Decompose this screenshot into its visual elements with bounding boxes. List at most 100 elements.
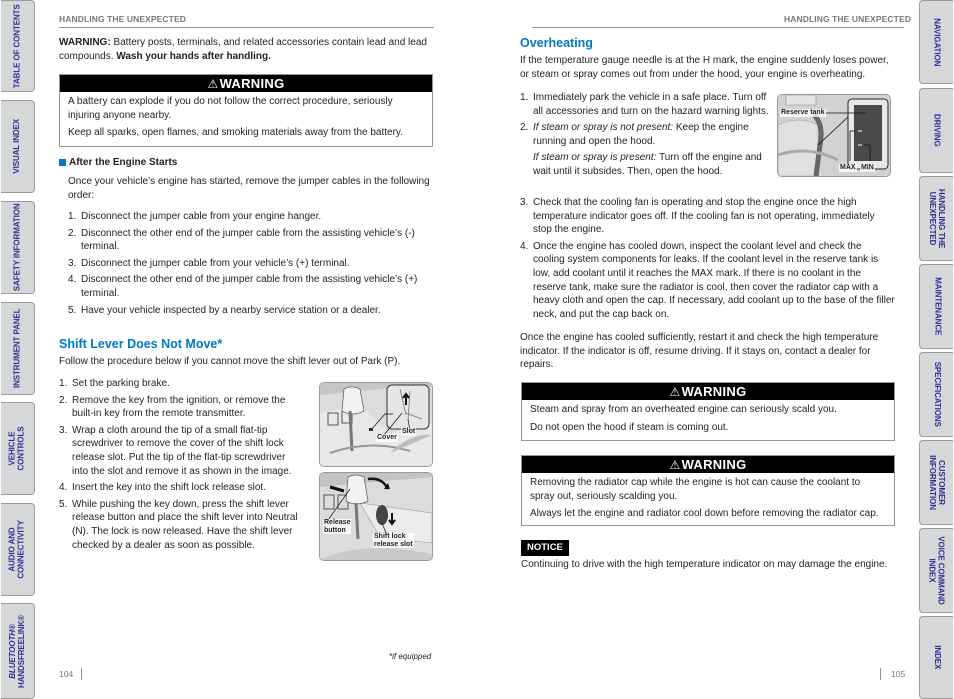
tab-table-of-contents[interactable]: TABLE OF CONTENTS [1, 0, 35, 92]
header-rule [532, 27, 904, 28]
warning-line: Steam and spray from an overheated engin… [530, 404, 837, 415]
footnote-if-equipped: *if equipped [389, 652, 432, 661]
running-head: HANDLING THE UNEXPECTED [784, 14, 911, 24]
warning-title: WARNING [219, 76, 285, 91]
shift-console-drawing [320, 383, 432, 466]
overheating-steps-part2: 3. Check that the cooling fan is operatin… [520, 196, 895, 324]
tab-safety-information[interactable]: SAFETY INFORMATION [1, 201, 35, 294]
prop65-warning: WARNING: Battery posts, terminals, and r… [59, 36, 434, 63]
after-engine-starts-heading: After the Engine Starts [59, 157, 177, 168]
page-number-right: 105 [891, 669, 906, 679]
jumper-cable-steps: 1. Disconnect the jumper cable from your … [68, 210, 434, 320]
warning-title: WARNING [681, 384, 747, 399]
battery-warning-box: ⚠WARNING A battery can explode if you do… [59, 74, 433, 147]
warning-header: ⚠WARNING [522, 456, 894, 473]
tab-instrument-panel[interactable]: INSTRUMENT PANEL [1, 302, 35, 395]
reserve-tank-illustration: Reserve tank MAX MIN [777, 94, 891, 177]
shift-lever-intro: Follow the procedure below if you cannot… [59, 356, 401, 367]
prop65-lead: WARNING: [59, 37, 111, 48]
figure-label-reserve-tank: Reserve tank [780, 109, 826, 117]
warning-header: ⚠WARNING [60, 75, 432, 92]
tab-label: VOICE COMMAND INDEX [928, 536, 947, 605]
tab-label: TABLE OF CONTENTS [12, 4, 22, 88]
list-item: 3. Wrap a cloth around the tip of a small… [59, 424, 292, 477]
figure-label-min: MIN [860, 164, 875, 172]
tab-audio-connectivity[interactable]: AUDIO AND CONNECTIVITY [1, 503, 35, 596]
figure-label-release-button: Release button [323, 519, 352, 534]
notice-badge: NOTICE [521, 540, 569, 556]
list-item: 2. If steam or spray is not present: Keep… [520, 122, 762, 177]
tab-maintenance[interactable]: MAINTENANCE [919, 264, 953, 349]
tab-label: CUSTOMER INFORMATION [928, 455, 947, 510]
shift-lock-release-illustration: Release button Shift lock release slot [319, 472, 433, 561]
warning-triangle-icon: ⚠ [207, 77, 219, 91]
warning-title: WARNING [681, 457, 747, 472]
tab-label: SPECIFICATIONS [932, 361, 942, 428]
list-item: 5. While pushing the key down, press the … [59, 498, 298, 551]
figure-label-cover: Cover [376, 434, 398, 442]
tab-vehicle-controls[interactable]: VEHICLE CONTROLS [1, 402, 35, 495]
tab-customer-information[interactable]: CUSTOMER INFORMATION [919, 440, 953, 525]
list-item: 2. Remove the key from the ignition, or r… [59, 394, 286, 420]
list-item: 3. Disconnect the jumper cable from your … [68, 257, 350, 269]
radiator-cap-warning-box: ⚠WARNING Removing the radiator cap while… [521, 455, 895, 526]
tab-label: INSTRUMENT PANEL [12, 308, 22, 389]
list-item: 4. Insert the key into the shift lock rel… [59, 482, 266, 494]
tab-voice-command-index[interactable]: VOICE COMMAND INDEX [919, 528, 953, 613]
list-item: 1. Disconnect the jumper cable from your … [68, 211, 322, 222]
list-item: 5. Have your vehicle inspected by a nearb… [68, 304, 381, 316]
list-item: 4. Once the engine has cooled down, inspe… [520, 240, 895, 320]
tab-specifications[interactable]: SPECIFICATIONS [919, 352, 953, 437]
tab-bluetooth-handsfreelink[interactable]: BLUETOOTH® HANDSFREELINK® [1, 603, 35, 699]
tab-label: VEHICLE CONTROLS [8, 426, 26, 471]
warning-line: Do not open the hood if steam is coming … [530, 421, 729, 433]
tab-label-main: HANDSFREELINK® [16, 614, 26, 688]
page-number-left: 104 [59, 669, 74, 679]
shift-lever-heading: Shift Lever Does Not Move* [59, 337, 223, 351]
warning-header: ⚠WARNING [522, 383, 894, 400]
list-item: 1. Set the parking brake. [59, 378, 170, 389]
shift-lever-steps: 1. Set the parking brake. 2. Remove the ke… [59, 377, 304, 555]
running-head: HANDLING THE UNEXPECTED [59, 14, 186, 24]
warning-line: Removing the radiator cap while the engi… [530, 477, 861, 502]
tab-label: AUDIO AND CONNECTIVITY [8, 520, 26, 579]
overheating-intro: If the temperature gauge needle is at th… [520, 55, 889, 80]
overheating-steps-part1: 1. Immediately park the vehicle in a safe… [520, 91, 770, 182]
shift-lock-cover-illustration: Cover Slot [319, 382, 433, 467]
tab-label: DRIVING [932, 114, 942, 147]
header-rule [59, 27, 434, 28]
warning-triangle-icon: ⚠ [669, 385, 681, 399]
page-number-divider [81, 668, 82, 680]
list-item: 1. Immediately park the vehicle in a safe… [520, 92, 769, 117]
overheating-heading: Overheating [520, 36, 593, 50]
tab-label: HANDLING THE UNEXPECTED [928, 188, 947, 249]
tab-label: VISUAL INDEX [12, 119, 22, 174]
warning-line: Always let the engine and radiator cool … [530, 508, 879, 520]
tab-label: MAINTENANCE [932, 277, 942, 336]
figure-label-slot: Slot [401, 428, 417, 436]
notice-text: Continuing to drive with the high temper… [521, 559, 888, 570]
heading-text: After the Engine Starts [69, 157, 178, 168]
tab-label: INDEX [932, 645, 942, 670]
warning-line: Keep all sparks, open flames, and smokin… [68, 127, 403, 139]
tab-index[interactable]: INDEX [919, 616, 953, 699]
tab-handling-the-unexpected[interactable]: HANDLING THE UNEXPECTED [919, 176, 953, 261]
tab-navigation[interactable]: NAVIGATION [919, 0, 953, 84]
tab-label: BLUETOOTH® HANDSFREELINK® [8, 614, 26, 688]
page-number-divider [880, 668, 881, 680]
tab-driving[interactable]: DRIVING [919, 88, 953, 173]
overheating-outro: Once the engine has cooled sufficiently,… [520, 332, 879, 371]
warning-triangle-icon: ⚠ [669, 458, 681, 472]
steam-warning-box: ⚠WARNING Steam and spray from an overhea… [521, 382, 895, 441]
tab-label: SAFETY INFORMATION [12, 203, 22, 292]
prop65-bold-tail: Wash your hands after handling. [116, 50, 271, 62]
section-bullet-icon [59, 159, 66, 166]
figure-label-shift-lock-slot: Shift lock release slot [373, 533, 414, 548]
tab-label: NAVIGATION [932, 17, 942, 67]
warning-line: A battery can explode if you do not foll… [68, 96, 393, 121]
list-item: 3. Check that the cooling fan is operatin… [520, 197, 875, 236]
after-engine-starts-intro: Once your vehicle’s engine has started, … [68, 176, 430, 201]
tab-visual-index[interactable]: VISUAL INDEX [1, 100, 35, 193]
list-item: 4. Disconnect the other end of the jumper… [68, 274, 418, 299]
figure-label-max: MAX [839, 164, 857, 172]
